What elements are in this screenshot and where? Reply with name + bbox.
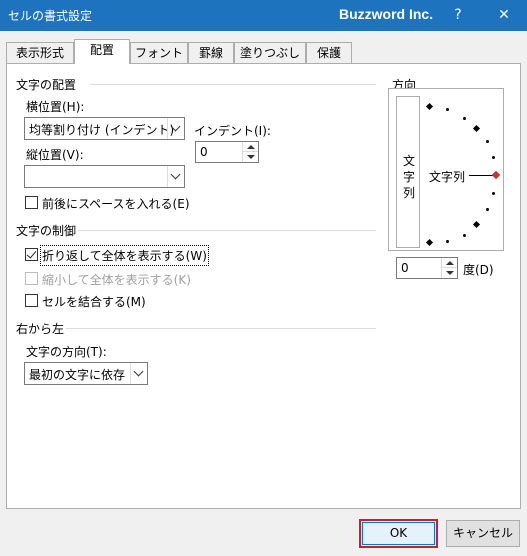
dial-dot-icon — [446, 108, 449, 111]
indent-value: 0 — [200, 145, 208, 159]
indent-label: インデント(I): — [194, 124, 271, 138]
tab-alignment[interactable]: 配置 — [74, 39, 130, 64]
ok-button[interactable]: OK — [359, 519, 438, 548]
dial-dot-icon — [492, 192, 495, 195]
text-direction-value: 最初の文字に依存 — [29, 368, 126, 382]
cancel-button[interactable]: キャンセル — [446, 520, 520, 547]
tab-protection[interactable]: 保護 — [306, 42, 352, 64]
chevron-down-icon — [133, 366, 144, 377]
indent-up-button[interactable] — [243, 142, 258, 152]
chevron-down-icon — [170, 121, 181, 132]
degree-up-button[interactable] — [442, 258, 457, 268]
vertical-select[interactable] — [24, 165, 185, 188]
section-divider — [66, 328, 376, 329]
vertical-text-label: 文字列 — [403, 154, 416, 200]
shrink-to-fit-label[interactable]: 縮小して全体を表示する(K) — [42, 271, 191, 288]
space-checkbox[interactable] — [25, 196, 38, 209]
indent-down-button[interactable] — [243, 152, 258, 162]
tab-fill[interactable]: 塗りつぶし — [234, 42, 306, 64]
indent-spinner[interactable]: 0 — [195, 141, 259, 163]
triangle-up-icon — [247, 145, 255, 149]
tab-border[interactable]: 罫線 — [188, 42, 234, 64]
dial-dot-icon — [463, 234, 466, 237]
text-direction-label: 文字の方向(T): — [26, 345, 107, 359]
horizontal-select[interactable]: 均等割り付け (インデント) — [24, 117, 185, 140]
title-bar: セルの書式設定 Buzzword Inc. ? ✕ — [0, 0, 527, 31]
orientation-needle — [469, 175, 493, 176]
wrap-text-label[interactable]: 折り返して全体を表示する(W) — [40, 245, 209, 266]
shrink-to-fit-checkbox[interactable] — [25, 272, 38, 285]
alignment-section-title: 文字の配置 — [16, 78, 77, 92]
degree-label: 度(D) — [463, 263, 494, 277]
chevron-down-icon — [170, 169, 181, 180]
degree-spin-buttons — [441, 258, 457, 278]
space-label[interactable]: 前後にスペースを入れる(E) — [42, 195, 190, 212]
horizontal-dropdown-button[interactable] — [167, 118, 184, 139]
text-direction-select[interactable]: 最初の文字に依存 — [24, 362, 148, 385]
section-divider — [90, 84, 376, 85]
check-icon — [26, 248, 37, 259]
tab-font[interactable]: フォント — [130, 42, 188, 64]
tab-number-format[interactable]: 表示形式 — [6, 42, 74, 64]
dial-text-label: 文字列 — [429, 170, 466, 184]
dial-dot-icon — [463, 117, 466, 120]
triangle-up-icon — [446, 261, 454, 265]
rtl-section-title: 右から左 — [16, 322, 65, 336]
help-button[interactable]: ? — [436, 0, 480, 31]
vertical-label: 縦位置(V): — [26, 148, 84, 162]
dialog-title: セルの書式設定 — [8, 9, 93, 23]
indent-spin-buttons — [242, 142, 258, 162]
horizontal-label: 横位置(H): — [26, 100, 85, 114]
wrap-text-checkbox[interactable] — [25, 248, 38, 261]
merge-cells-label[interactable]: セルを結合する(M) — [42, 293, 146, 310]
horizontal-select-value: 均等割り付け (インデント) — [29, 123, 175, 137]
degree-down-button[interactable] — [442, 268, 457, 278]
brand-label: Buzzword Inc. — [339, 6, 434, 22]
triangle-down-icon — [247, 155, 255, 159]
triangle-down-icon — [446, 271, 454, 275]
merge-cells-checkbox[interactable] — [25, 294, 38, 307]
tab-strip: 表示形式 配置 フォント 罫線 塗りつぶし 保護 — [6, 39, 521, 64]
dial-dot-icon — [486, 208, 489, 211]
vertical-text-button[interactable]: 文字列 — [396, 96, 420, 248]
dial-dot-icon — [492, 156, 495, 159]
text-control-section-title: 文字の制御 — [16, 224, 77, 238]
dial-dot-icon — [446, 240, 449, 243]
close-button[interactable]: ✕ — [482, 0, 526, 31]
degree-spinner[interactable]: 0 — [396, 257, 458, 279]
vertical-dropdown-button[interactable] — [167, 166, 184, 187]
text-direction-dropdown-button[interactable] — [130, 363, 147, 384]
section-divider — [78, 230, 376, 231]
dial-dot-icon — [486, 140, 489, 143]
ok-button-label: OK — [362, 522, 435, 545]
degree-value: 0 — [401, 261, 409, 275]
